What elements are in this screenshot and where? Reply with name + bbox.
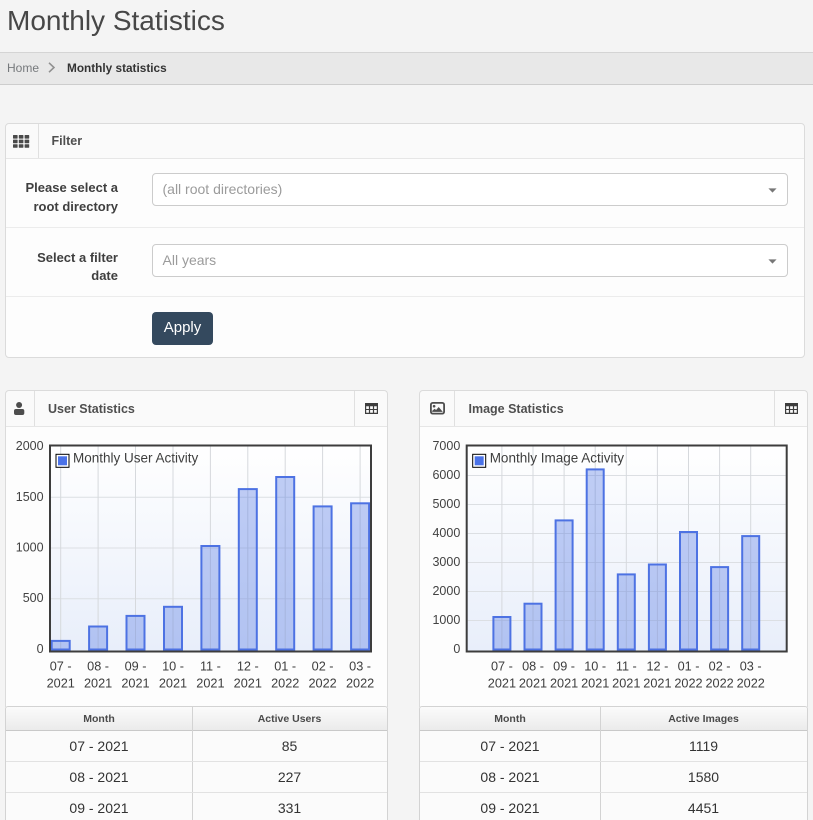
svg-text:3000: 3000 [432, 555, 460, 569]
svg-text:2021: 2021 [550, 677, 578, 691]
svg-text:02 -: 02 - [709, 660, 731, 674]
svg-text:07 -: 07 - [50, 660, 72, 674]
svg-text:01 -: 01 - [274, 660, 296, 674]
svg-text:2021: 2021 [84, 677, 112, 691]
svg-text:6000: 6000 [432, 468, 460, 482]
svg-text:2021: 2021 [159, 677, 187, 691]
svg-text:1000: 1000 [432, 613, 460, 627]
svg-text:2021: 2021 [196, 677, 224, 691]
svg-text:2021: 2021 [234, 677, 262, 691]
svg-text:01 -: 01 - [678, 660, 700, 674]
svg-text:2022: 2022 [308, 677, 336, 691]
svg-text:1500: 1500 [16, 490, 44, 504]
svg-text:0: 0 [37, 642, 44, 656]
svg-text:0: 0 [453, 642, 460, 656]
svg-text:11 -: 11 - [200, 660, 221, 674]
svg-text:7000: 7000 [432, 439, 460, 453]
svg-text:08 -: 08 - [87, 660, 109, 674]
svg-text:2022: 2022 [271, 677, 299, 691]
svg-text:2021: 2021 [121, 677, 149, 691]
svg-text:4000: 4000 [432, 526, 460, 540]
svg-text:09 -: 09 - [125, 660, 147, 674]
svg-text:12 -: 12 - [646, 660, 668, 674]
svg-text:500: 500 [23, 591, 44, 605]
svg-text:08 -: 08 - [522, 660, 544, 674]
svg-text:02 -: 02 - [312, 660, 334, 674]
svg-text:07 -: 07 - [491, 660, 513, 674]
svg-text:2022: 2022 [705, 677, 733, 691]
svg-text:2021: 2021 [612, 677, 640, 691]
svg-text:2021: 2021 [47, 677, 75, 691]
svg-text:11 -: 11 - [616, 660, 637, 674]
svg-text:1000: 1000 [16, 541, 44, 555]
svg-text:2021: 2021 [581, 677, 609, 691]
svg-text:10 -: 10 - [162, 660, 184, 674]
svg-text:2022: 2022 [674, 677, 702, 691]
svg-text:2022: 2022 [737, 677, 765, 691]
svg-text:10 -: 10 - [584, 660, 606, 674]
svg-text:09 -: 09 - [553, 660, 575, 674]
svg-text:Monthly User Activity: Monthly User Activity [73, 451, 199, 466]
svg-text:03 -: 03 - [349, 660, 371, 674]
svg-text:03 -: 03 - [740, 660, 762, 674]
svg-text:5000: 5000 [432, 497, 460, 511]
svg-text:12 -: 12 - [237, 660, 259, 674]
svg-text:2021: 2021 [519, 677, 547, 691]
svg-text:2000: 2000 [16, 439, 44, 453]
svg-text:2000: 2000 [432, 584, 460, 598]
svg-text:2022: 2022 [346, 677, 374, 691]
svg-text:2021: 2021 [643, 677, 671, 691]
svg-text:2021: 2021 [488, 677, 516, 691]
svg-text:Monthly Image Activity: Monthly Image Activity [490, 451, 625, 466]
